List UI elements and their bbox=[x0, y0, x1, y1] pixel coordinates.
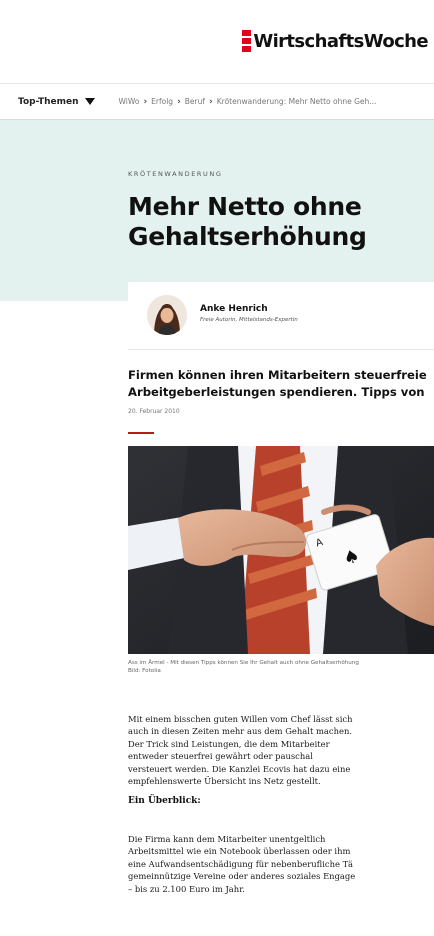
site-logo[interactable]: WirtschaftsWoche bbox=[242, 30, 429, 52]
top-navigation: Top-Themen WiWo › Erfolg › Beruf › Kröte… bbox=[0, 84, 434, 120]
paragraph-line: Die Firma kann dem Mitarbeiter unentgelt… bbox=[128, 834, 326, 844]
paragraph-line: gemeinnützige Vereine oder anderes sozia… bbox=[128, 871, 356, 882]
top-topics-menu[interactable]: Top-Themen bbox=[18, 97, 95, 107]
author-role: Freie Autorin, Mittelstands-Expertin bbox=[200, 317, 298, 323]
top-topics-label[interactable]: Top-Themen bbox=[18, 97, 79, 107]
article-paragraph: Mit einem bisschen guten Willen vom Chef… bbox=[128, 713, 434, 787]
image-credit: Bild: Fotolia bbox=[128, 668, 161, 674]
logo-text[interactable]: WirtschaftsWoche bbox=[253, 31, 428, 52]
site-header: WirtschaftsWoche bbox=[0, 0, 434, 84]
paragraph-line: entweder steuerfrei gewährt oder pauscha… bbox=[128, 751, 313, 762]
paragraph-line: empfehlenswerte Übersicht ins Netz geste… bbox=[128, 776, 321, 787]
author-card[interactable]: Anke Henrich Freie Autorin, Mittelstands… bbox=[128, 282, 434, 350]
chevron-right-icon: › bbox=[209, 96, 213, 107]
paragraph-line: Der Trick sind Leistungen, die dem Mitar… bbox=[128, 738, 330, 749]
article-subheading: Ein Überblick: bbox=[128, 796, 201, 806]
publish-date: 20. Februar 2010 bbox=[128, 408, 180, 415]
article-image[interactable]: A ♠ bbox=[128, 446, 434, 654]
paragraph-line: Arbeitsmittel wie ein Notebook überlasse… bbox=[128, 846, 351, 857]
teaser-line: Firmen können ihren Mitarbeitern steuerf… bbox=[128, 368, 427, 382]
paragraph-line: eine Aufwandsentschädigung für nebenberu… bbox=[128, 858, 353, 869]
chevron-right-icon: › bbox=[177, 96, 181, 107]
article-title: Mehr Netto ohne Gehaltserhöhung bbox=[128, 192, 428, 252]
breadcrumb-item-wiwo[interactable]: WiWo bbox=[119, 97, 140, 106]
article-kicker: KRÖTENWANDERUNG bbox=[128, 170, 223, 178]
paragraph-line: versteuert werden. Die Kanzlei Ecovis ha… bbox=[128, 763, 351, 774]
divider bbox=[128, 432, 154, 434]
article-teaser: Firmen können ihren Mitarbeitern steuerf… bbox=[128, 367, 434, 401]
breadcrumb: WiWo › Erfolg › Beruf › Krötenwanderung:… bbox=[119, 97, 377, 107]
ace-in-sleeve-photo: A ♠ bbox=[128, 446, 434, 654]
teaser-line: Arbeitgeberleistungen spendieren. Tipps … bbox=[128, 385, 425, 399]
paragraph-line: – bis zu 2.100 Euro im Jahr. bbox=[128, 883, 245, 894]
caret-down-icon[interactable] bbox=[84, 98, 95, 105]
paragraph-line: auch in diesen Zeiten mehr aus dem Gehal… bbox=[128, 726, 353, 737]
caption-text: Ass im Ärmel - Mit diesen Tipps können S… bbox=[128, 660, 359, 666]
image-caption: Ass im Ärmel - Mit diesen Tipps können S… bbox=[128, 659, 434, 675]
article-title-line: Gehaltserhöhung bbox=[128, 222, 367, 251]
author-name[interactable]: Anke Henrich bbox=[200, 304, 268, 314]
author-avatar[interactable] bbox=[147, 295, 187, 335]
logo-mark-icon bbox=[242, 30, 252, 52]
paragraph-line: Mit einem bisschen guten Willen vom Chef… bbox=[128, 714, 353, 724]
chevron-right-icon: › bbox=[143, 96, 148, 107]
breadcrumb-item-beruf[interactable]: Beruf bbox=[185, 97, 205, 106]
author-portrait-icon bbox=[147, 295, 187, 335]
breadcrumb-item-erfolg[interactable]: Erfolg bbox=[151, 97, 173, 106]
article-title-line: Mehr Netto ohne bbox=[128, 192, 362, 221]
article-paragraph: Die Firma kann dem Mitarbeiter unentgelt… bbox=[128, 833, 434, 895]
breadcrumb-item-current: Krötenwanderung: Mehr Netto ohne Geh... bbox=[216, 97, 377, 106]
